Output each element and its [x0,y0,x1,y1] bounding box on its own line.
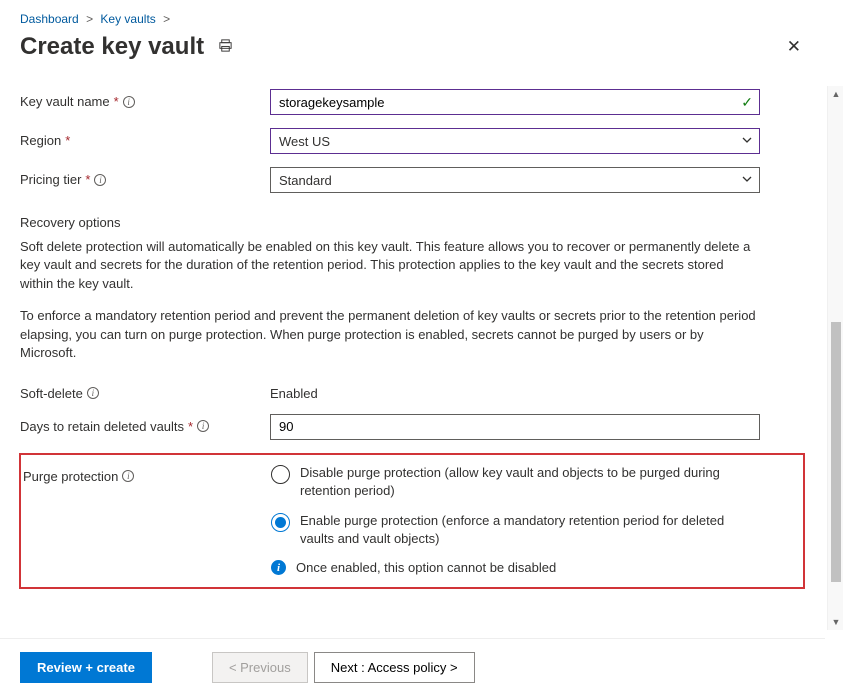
retain-days-input[interactable] [270,414,760,440]
retain-label: Days to retain deleted vaults [20,419,184,434]
info-icon[interactable]: i [122,470,134,482]
wizard-footer: Review + create < Previous Next : Access… [0,638,825,696]
required-asterisk: * [114,94,119,109]
check-icon: ✓ [741,94,753,111]
tier-label: Pricing tier [20,172,81,187]
close-icon[interactable]: ✕ [783,33,805,61]
breadcrumb-dashboard[interactable]: Dashboard [20,12,79,26]
chevron-down-icon [741,134,753,149]
review-create-button[interactable]: Review + create [20,652,152,683]
next-button[interactable]: Next : Access policy > [314,652,475,683]
scroll-down-arrow[interactable]: ▼ [828,614,843,630]
breadcrumb-sep-1: > [82,12,97,26]
radio-icon-selected [271,513,290,532]
info-icon[interactable]: i [94,174,106,186]
purge-note: Once enabled, this option cannot be disa… [296,560,556,575]
tier-value: Standard [279,173,332,188]
purge-radio-disable[interactable]: Disable purge protection (allow key vaul… [271,464,761,500]
softdelete-label: Soft-delete [20,386,83,401]
print-icon[interactable] [218,38,233,56]
vertical-scrollbar[interactable]: ▲ ▼ [827,86,843,630]
softdelete-value: Enabled [270,381,760,401]
info-filled-icon: i [271,560,286,575]
breadcrumb: Dashboard > Key vaults > [20,12,805,26]
region-label: Region [20,133,61,148]
page-title: Create key vault [20,33,204,61]
purge-protection-highlight: Purge protection i Disable purge protect… [19,453,805,590]
region-select[interactable]: West US [270,128,760,154]
tier-select[interactable]: Standard [270,167,760,193]
breadcrumb-keyvaults[interactable]: Key vaults [100,12,155,26]
required-asterisk: * [85,172,90,187]
info-icon[interactable]: i [123,96,135,108]
recovery-para-1: Soft delete protection will automaticall… [20,238,760,293]
info-icon[interactable]: i [197,420,209,432]
region-value: West US [279,134,330,149]
breadcrumb-sep-2: > [159,12,174,26]
keyvault-name-input[interactable] [270,89,760,115]
recovery-header: Recovery options [20,215,805,230]
purge-label: Purge protection [23,469,118,484]
previous-button: < Previous [212,652,308,683]
name-label: Key vault name [20,94,110,109]
purge-radio-enable[interactable]: Enable purge protection (enforce a manda… [271,512,761,548]
purge-radio-enable-label: Enable purge protection (enforce a manda… [300,512,730,548]
scroll-thumb[interactable] [831,322,841,582]
purge-radio-disable-label: Disable purge protection (allow key vaul… [300,464,730,500]
required-asterisk: * [188,419,193,434]
info-icon[interactable]: i [87,387,99,399]
required-asterisk: * [65,133,70,148]
radio-icon-unselected [271,465,290,484]
scroll-up-arrow[interactable]: ▲ [828,86,843,102]
recovery-para-2: To enforce a mandatory retention period … [20,307,760,362]
chevron-down-icon [741,173,753,188]
